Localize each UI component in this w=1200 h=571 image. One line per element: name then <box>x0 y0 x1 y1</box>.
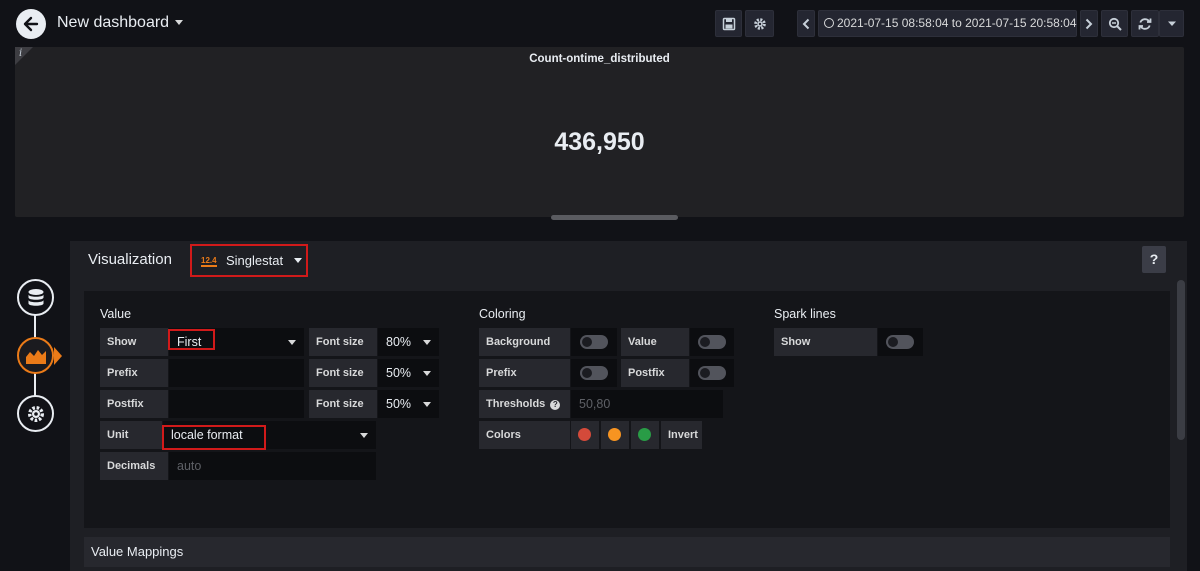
panel-title[interactable]: Count-ontime_distributed <box>15 53 1184 65</box>
coloring-value-toggle-box <box>690 328 734 356</box>
time-shift-back-button[interactable] <box>797 10 815 37</box>
decimals-label: Decimals <box>100 452 168 480</box>
caret-down-icon <box>294 258 302 263</box>
time-range-picker[interactable]: 2021-07-15 08:58:04 to 2021-07-15 20:58:… <box>818 10 1089 37</box>
color-swatch-3[interactable] <box>631 421 659 449</box>
settings-icon <box>27 405 44 422</box>
time-shift-forward-button[interactable] <box>1080 10 1098 37</box>
invert-colors-button[interactable]: Invert <box>661 421 702 449</box>
coloring-background-toggle[interactable] <box>580 335 608 349</box>
font-size-value: 80% <box>386 335 412 349</box>
options-panel: Value Show First Font size 80% Prefix Fo… <box>84 291 1170 528</box>
color-dot-red <box>578 428 591 441</box>
decimals-input[interactable]: auto <box>169 452 376 480</box>
gear-icon <box>753 17 766 30</box>
dashboard-title: New dashboard <box>57 14 170 31</box>
coloring-value-label: Value <box>621 328 689 356</box>
clock-icon <box>824 18 834 28</box>
stat-value: 436,950 <box>554 128 645 156</box>
prefix-font-size-value: 50% <box>386 366 412 380</box>
save-dashboard-button[interactable] <box>715 10 742 37</box>
prefix-input[interactable] <box>169 359 304 387</box>
chevron-left-icon <box>802 18 810 29</box>
active-step-arrow <box>54 347 62 365</box>
singlestat-panel: i Count-ontime_distributed 436,950 <box>15 47 1184 220</box>
panel-editor: Visualization 12.4 Singlestat ? Value Sh… <box>70 241 1187 571</box>
prefix-font-size-select[interactable]: 50% <box>378 359 439 387</box>
general-step[interactable] <box>17 395 54 432</box>
unit-label: Unit <box>100 421 162 449</box>
caret-down-icon <box>423 402 431 407</box>
coloring-section-title: Coloring <box>479 307 526 321</box>
coloring-prefix-toggle[interactable] <box>580 366 608 380</box>
spark-show-toggle[interactable] <box>886 335 914 349</box>
postfix-font-size-label: Font size <box>309 390 377 418</box>
save-icon <box>722 17 735 30</box>
coloring-background-label: Background <box>479 328 570 356</box>
back-icon <box>23 16 39 32</box>
value-section-title: Value <box>100 307 132 321</box>
value-mappings-section[interactable]: Value Mappings <box>84 537 1170 567</box>
value-mappings-title: Value Mappings <box>91 544 184 559</box>
chevron-down-icon <box>1167 21 1176 26</box>
caret-down-icon <box>423 340 431 345</box>
question-icon[interactable]: ? <box>550 400 561 410</box>
spark-lines-section-title: Spark lines <box>774 307 836 321</box>
chevron-right-icon <box>1085 18 1093 29</box>
visualization-step[interactable] <box>17 337 54 374</box>
queries-step[interactable] <box>17 279 54 316</box>
panel-resize-handle[interactable] <box>551 215 678 220</box>
refresh-interval-button[interactable] <box>1159 10 1184 37</box>
caret-down-icon <box>288 340 296 345</box>
dashboard-title-dropdown[interactable]: New dashboard <box>57 14 184 32</box>
caret-down-icon <box>423 371 431 376</box>
database-icon <box>28 288 43 306</box>
editor-scrollbar[interactable] <box>1177 280 1185 440</box>
dashboard-settings-button[interactable] <box>745 10 774 37</box>
caret-down-icon <box>360 433 368 438</box>
highlight-box <box>162 425 266 450</box>
time-range-text: 2021-07-15 08:58:04 to 2021-07-15 20:58:… <box>837 16 1077 30</box>
show-label: Show <box>100 328 168 356</box>
coloring-prefix-toggle-box <box>571 359 617 387</box>
caret-down-icon <box>175 20 184 26</box>
color-dot-orange <box>608 428 621 441</box>
prefix-label: Prefix <box>100 359 168 387</box>
help-button[interactable]: ? <box>1142 246 1166 273</box>
zoom-out-button[interactable] <box>1101 10 1128 37</box>
postfix-font-size-select[interactable]: 50% <box>378 390 439 418</box>
visualization-heading: Visualization <box>88 251 172 268</box>
refresh-icon <box>1138 17 1152 30</box>
thresholds-label: Thresholds? <box>479 390 570 418</box>
colors-label: Colors <box>479 421 570 449</box>
highlight-box <box>168 329 215 350</box>
top-nav: New dashboard 2021-07-15 08:58:04 to 202… <box>0 0 1200 46</box>
coloring-background-toggle-box <box>571 328 617 356</box>
coloring-postfix-toggle[interactable] <box>698 366 726 380</box>
zoom-out-icon <box>1108 17 1122 31</box>
back-button[interactable] <box>16 9 46 39</box>
font-size-select[interactable]: 80% <box>378 328 439 356</box>
coloring-value-toggle[interactable] <box>698 335 726 349</box>
coloring-prefix-label: Prefix <box>479 359 570 387</box>
visualization-name: Singlestat <box>226 253 284 268</box>
coloring-postfix-label: Postfix <box>621 359 689 387</box>
spark-show-toggle-box <box>878 328 923 356</box>
refresh-button[interactable] <box>1131 10 1159 37</box>
spark-show-label: Show <box>774 328 877 356</box>
thresholds-input[interactable]: 50,80 <box>571 390 723 418</box>
color-dot-green <box>638 428 651 441</box>
prefix-font-size-label: Font size <box>309 359 377 387</box>
coloring-postfix-toggle-box <box>690 359 734 387</box>
singlestat-icon: 12.4 <box>201 256 217 267</box>
postfix-font-size-value: 50% <box>386 397 412 411</box>
postfix-label: Postfix <box>100 390 168 418</box>
thresholds-label-text: Thresholds <box>486 398 546 410</box>
color-swatch-2[interactable] <box>601 421 629 449</box>
chart-area-icon <box>25 349 46 364</box>
postfix-input[interactable] <box>169 390 304 418</box>
color-swatch-1[interactable] <box>571 421 599 449</box>
font-size-label: Font size <box>309 328 377 356</box>
visualization-picker[interactable]: 12.4 Singlestat <box>190 244 308 277</box>
